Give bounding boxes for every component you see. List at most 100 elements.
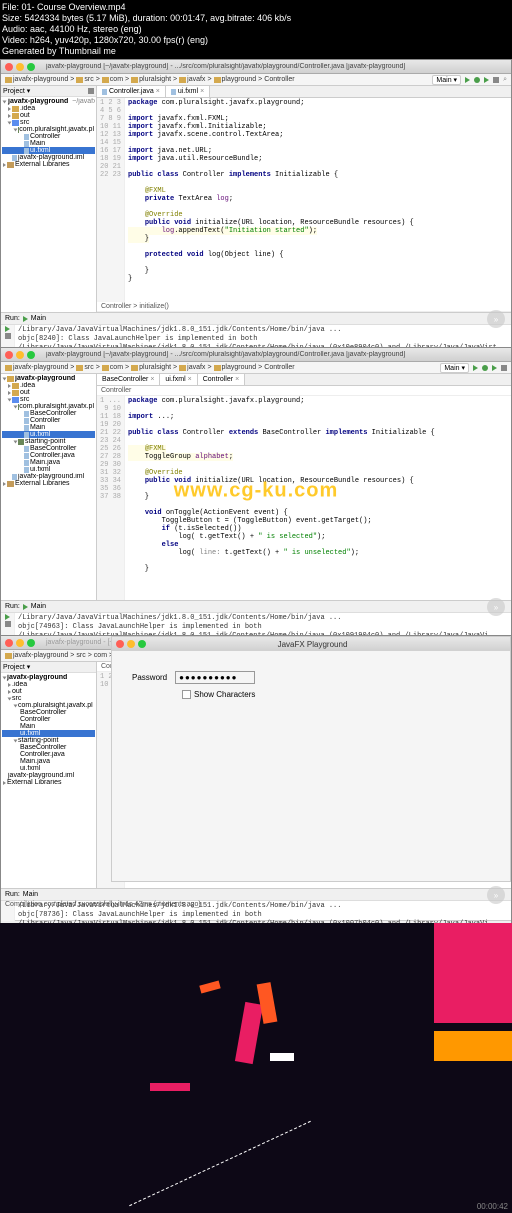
minimize-icon[interactable] xyxy=(16,639,24,647)
run-config-selector[interactable]: Main ▾ xyxy=(432,75,461,85)
tree-package[interactable]: com.pluralsight.javafx.pl xyxy=(2,702,95,709)
tree-uifxml[interactable]: ui.fxml xyxy=(2,147,95,154)
bc-com[interactable]: com xyxy=(102,364,123,371)
rerun-icon[interactable] xyxy=(5,614,10,620)
search-icon[interactable]: ⌕ xyxy=(503,76,507,84)
code-editor[interactable]: 1 2 3 4 5 6 7 8 9 10 11 12 13 14 15 16 1… xyxy=(97,98,511,302)
bc-com[interactable]: com xyxy=(102,76,123,83)
project-header[interactable]: Project ▾ xyxy=(1,86,96,97)
tree-basectrl2[interactable]: BaseController xyxy=(2,744,95,751)
tree-src[interactable]: src xyxy=(2,695,95,702)
tree-starting[interactable]: starting-point xyxy=(2,737,95,744)
show-characters-checkbox[interactable] xyxy=(182,690,191,699)
tree-package[interactable]: com.pluralsight.javafx.pl xyxy=(2,126,95,133)
tree-iml[interactable]: javafx-playground.iml xyxy=(2,473,95,480)
bc-controller[interactable]: Controller xyxy=(264,364,294,371)
bc-com[interactable]: com xyxy=(94,652,107,659)
tree-main[interactable]: Main xyxy=(2,723,95,730)
maximize-icon[interactable] xyxy=(27,639,35,647)
tree-starting[interactable]: starting-point xyxy=(2,438,95,445)
tab-controller[interactable]: Controller.java× xyxy=(97,86,166,97)
tree-extlib[interactable]: External Libraries xyxy=(2,161,95,168)
tab-basecontroller[interactable]: BaseController× xyxy=(97,374,160,385)
bc-src[interactable]: src xyxy=(76,652,85,659)
tree-package[interactable]: com.pluralsight.javafx.pl xyxy=(2,403,95,410)
maximize-icon[interactable] xyxy=(27,351,35,359)
tree-root[interactable]: javafx-playground xyxy=(2,375,95,382)
tree-src[interactable]: src xyxy=(2,119,95,126)
stop-icon[interactable] xyxy=(493,77,499,83)
close-tab-icon[interactable]: × xyxy=(156,88,160,95)
minimize-icon[interactable] xyxy=(16,351,24,359)
gear-icon[interactable] xyxy=(88,88,94,94)
bc-plural[interactable]: pluralsight xyxy=(131,364,171,371)
password-field[interactable]: ●●●●●●●●●● xyxy=(175,671,255,684)
tree-out[interactable]: out xyxy=(2,112,95,119)
run-config-selector[interactable]: Main ▾ xyxy=(440,363,469,373)
close-tab-icon[interactable]: × xyxy=(200,88,204,95)
minimize-icon[interactable] xyxy=(16,63,24,71)
bc-root[interactable]: javafx-playground xyxy=(5,76,68,83)
tree-idea[interactable]: .idea xyxy=(2,681,95,688)
editor-breadcrumb[interactable]: Controller xyxy=(97,386,511,396)
run-header[interactable]: Run:Main xyxy=(1,313,511,325)
stop-icon[interactable] xyxy=(501,365,507,371)
tree-basectrl2[interactable]: BaseController xyxy=(2,445,95,452)
tree-ctrljava[interactable]: Controller.java xyxy=(2,751,95,758)
tab-fxml[interactable]: ui.fxml× xyxy=(166,86,210,97)
stop-icon[interactable] xyxy=(5,333,11,339)
bc-javafx[interactable]: javafx xyxy=(179,76,205,83)
tree-extlib[interactable]: External Libraries xyxy=(2,480,95,487)
code-content[interactable]: package com.pluralsight.javafx.playgroun… xyxy=(125,98,511,302)
skip-forward-icon[interactable]: » xyxy=(487,310,505,328)
close-icon[interactable] xyxy=(5,639,13,647)
tree-main[interactable]: Main xyxy=(2,140,95,147)
tree-uifxml[interactable]: ui.fxml xyxy=(2,431,95,438)
tree-idea[interactable]: .idea xyxy=(2,382,95,389)
run-icon[interactable] xyxy=(473,365,478,371)
tree-root[interactable]: javafx-playground xyxy=(2,674,95,681)
project-tree[interactable]: javafx-playground .idea out src com.plur… xyxy=(1,374,96,488)
bc-javafx[interactable]: javafx xyxy=(179,364,205,371)
stop-icon[interactable] xyxy=(5,621,11,627)
tree-mainjava[interactable]: Main.java xyxy=(2,758,95,765)
tree-mainjava[interactable]: Main.java xyxy=(2,459,95,466)
debug-icon[interactable] xyxy=(482,365,488,371)
tree-root[interactable]: javafx-playground ~/javafx-playground xyxy=(2,98,95,105)
tree-idea[interactable]: .idea xyxy=(2,105,95,112)
skip-forward-icon[interactable]: » xyxy=(487,886,505,904)
tree-extlib[interactable]: External Libraries xyxy=(2,779,95,786)
bc-controller[interactable]: Controller xyxy=(264,76,294,83)
run-coverage-icon[interactable] xyxy=(484,77,489,83)
bc-root[interactable]: javafx-playground xyxy=(5,364,68,371)
close-tab-icon[interactable]: × xyxy=(235,376,239,383)
skip-forward-icon[interactable]: » xyxy=(487,598,505,616)
project-tree[interactable]: javafx-playground ~/javafx-playground .i… xyxy=(1,97,96,169)
bc-src[interactable]: src xyxy=(76,76,93,83)
tree-ctrljava[interactable]: Controller.java xyxy=(2,452,95,459)
bc-src[interactable]: src xyxy=(76,364,93,371)
tree-uifxml2[interactable]: ui.fxml xyxy=(2,466,95,473)
run-header[interactable]: Run:Main xyxy=(1,889,511,901)
tab-fxml[interactable]: ui.fxml× xyxy=(160,374,197,385)
tree-controller[interactable]: Controller xyxy=(2,133,95,140)
close-tab-icon[interactable]: × xyxy=(188,376,192,383)
tab-controller[interactable]: Controller× xyxy=(198,374,245,385)
tree-uifxml2[interactable]: ui.fxml xyxy=(2,765,95,772)
tree-main[interactable]: Main xyxy=(2,424,95,431)
tree-iml[interactable]: javafx-playground.iml xyxy=(2,154,95,161)
close-tab-icon[interactable]: × xyxy=(150,376,154,383)
editor-breadcrumb[interactable]: Controller > initialize() xyxy=(97,302,511,312)
tree-iml[interactable]: javafx-playground.iml xyxy=(2,772,95,779)
tree-out[interactable]: out xyxy=(2,688,95,695)
run-coverage-icon[interactable] xyxy=(492,365,497,371)
tree-out[interactable]: out xyxy=(2,389,95,396)
bc-playground[interactable]: playground xyxy=(214,364,257,371)
close-icon[interactable] xyxy=(5,63,13,71)
close-icon[interactable] xyxy=(5,351,13,359)
rerun-icon[interactable] xyxy=(5,326,10,332)
tree-basecontroller[interactable]: BaseController xyxy=(2,709,95,716)
project-tree[interactable]: javafx-playground .idea out src com.plur… xyxy=(1,673,96,787)
tree-src[interactable]: src xyxy=(2,396,95,403)
maximize-icon[interactable] xyxy=(27,63,35,71)
